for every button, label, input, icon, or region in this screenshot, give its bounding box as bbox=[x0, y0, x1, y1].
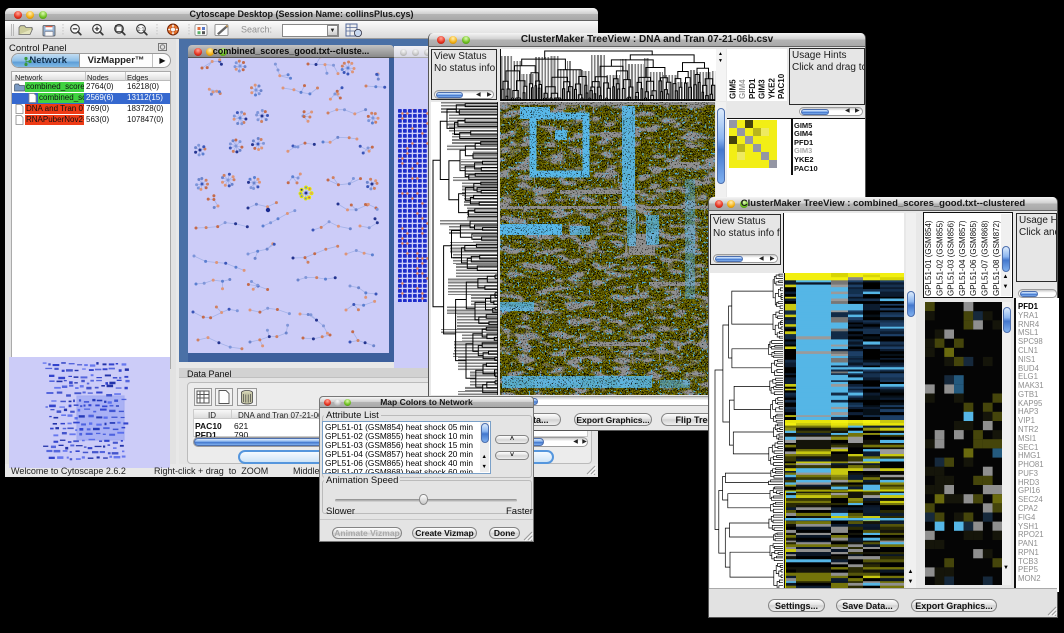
svg-text:GPL51-01 (GSM854): GPL51-01 (GSM854) bbox=[924, 220, 933, 296]
svg-text:GIM4: GIM4 bbox=[738, 79, 747, 99]
svg-text:PFD1: PFD1 bbox=[748, 78, 757, 99]
svg-text:GPL51-06 (GSM865): GPL51-06 (GSM865) bbox=[969, 220, 978, 296]
svg-text:PAC10: PAC10 bbox=[777, 73, 786, 99]
svg-text:1:1: 1:1 bbox=[138, 27, 145, 33]
svg-text:GIM3: GIM3 bbox=[758, 79, 767, 99]
svg-text:GPL51-03 (GSM856): GPL51-03 (GSM856) bbox=[947, 220, 956, 296]
svg-text:GPL51-04 (GSM857): GPL51-04 (GSM857) bbox=[958, 220, 967, 296]
svg-text:GPL51-07 (GSM868): GPL51-07 (GSM868) bbox=[981, 220, 990, 296]
svg-text:Search:: Search: bbox=[241, 25, 272, 35]
svg-text:YKE2: YKE2 bbox=[767, 78, 776, 99]
svg-text:GIM5: GIM5 bbox=[729, 79, 738, 99]
svg-text:GPL51-02 (GSM855): GPL51-02 (GSM855) bbox=[935, 220, 944, 296]
svg-text:GPL51-08 (GSM872): GPL51-08 (GSM872) bbox=[992, 220, 1001, 296]
